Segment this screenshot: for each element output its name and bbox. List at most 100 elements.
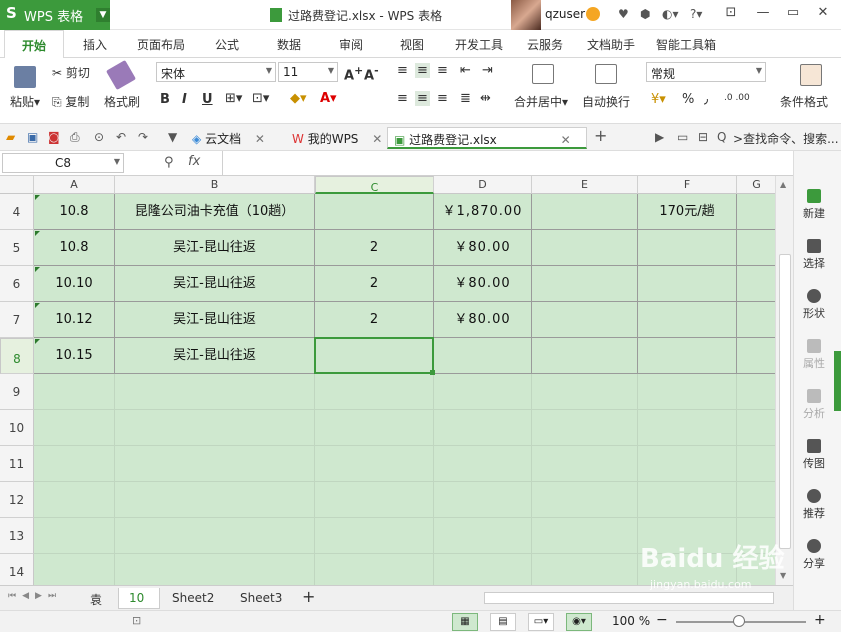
save-icon[interactable]: ▣ [27,130,38,144]
page-layout-button[interactable]: ▭▾ [528,613,554,631]
cell-c4[interactable] [315,194,434,230]
format-painter-button[interactable]: 格式刷 [104,93,140,110]
justify-icon[interactable]: ≣ [460,91,471,106]
merge-center-button[interactable]: 合并居中▾ [514,93,568,110]
cell-e12[interactable] [532,482,638,518]
vertical-scrollbar[interactable]: ▲ ▼ [775,176,793,585]
selected-cell-outline[interactable] [314,337,434,374]
decimal-buttons[interactable]: .0 .00 [724,94,764,103]
tab-formulas[interactable]: 公式 [215,36,239,53]
format-painter-icon[interactable] [105,59,137,91]
sidebar-collapse-handle[interactable] [834,351,841,411]
cell-e13[interactable] [532,518,638,554]
cell-f6[interactable] [638,266,737,302]
cell-g6[interactable] [737,266,777,302]
cell-g8[interactable] [737,338,777,374]
cell-c13[interactable] [315,518,434,554]
redo-icon[interactable]: ↷ [138,130,148,144]
cell-f7[interactable] [638,302,737,338]
bold-button[interactable]: B [160,92,170,107]
cell-e7[interactable] [532,302,638,338]
cell-e11[interactable] [532,446,638,482]
row-header[interactable]: 11 [0,446,34,482]
conditional-format-icon[interactable] [800,64,822,86]
cell-d8[interactable] [434,338,532,374]
cell-d7[interactable]: ￥80.00 [434,302,532,338]
cell-f9[interactable] [638,374,737,410]
increase-font-icon[interactable]: A+ [344,64,363,83]
tab-home[interactable]: 开始 [4,30,64,59]
sheet-nav-icon[interactable]: ⏮◀▶⏭ [8,591,62,601]
cell-a10[interactable] [34,410,115,446]
row-header[interactable]: 4 [0,194,34,230]
merge-center-icon[interactable] [532,64,554,84]
cell-g11[interactable] [737,446,777,482]
tab-view[interactable]: 视图 [400,36,424,53]
cell-a12[interactable] [34,482,115,518]
doc-tab-cloud[interactable]: ◈ 云文档 ✕ [186,127,271,149]
cell-e9[interactable] [532,374,638,410]
sidebar-share[interactable]: 分享 [794,539,834,571]
align-bottom-icon[interactable]: ≡ [437,63,448,78]
cell-b6[interactable]: 吴江-昆山往返 [115,266,315,302]
cut-button[interactable]: ✂ 剪切 [52,64,90,81]
app-menu-button[interactable]: S WPS 表格 ▼ [0,0,110,30]
cell-g5[interactable] [737,230,777,266]
cell-d12[interactable] [434,482,532,518]
cell-d9[interactable] [434,374,532,410]
cell-e4[interactable] [532,194,638,230]
cell-c5[interactable]: 2 [315,230,434,266]
cell-a8[interactable]: 10.15 [34,338,115,374]
cell-a6[interactable]: 10.10 [34,266,115,302]
cell-e8[interactable] [532,338,638,374]
underline-button[interactable]: U [202,92,213,107]
decrease-font-icon[interactable]: A- [364,64,379,83]
maximize-icon[interactable]: ▭ [782,5,804,20]
command-search[interactable]: >查找命令、搜索... [733,130,839,147]
sidebar-shape[interactable]: 形状 [794,289,834,321]
column-header-g[interactable]: G [737,176,777,194]
macro-icon[interactable]: ⊡ [132,614,141,627]
indent-decrease-icon[interactable]: ⇤ [460,63,471,78]
new-tab-icon[interactable]: + [594,126,607,145]
search-icon[interactable]: Q [717,130,726,144]
cell-a11[interactable] [34,446,115,482]
cell-b11[interactable] [115,446,315,482]
page-break-view-button[interactable]: ▤ [490,613,516,631]
sidebar-properties[interactable]: 属性 [794,339,834,371]
cell-b5[interactable]: 吴江-昆山往返 [115,230,315,266]
cell-f12[interactable] [638,482,737,518]
sidebar-analysis[interactable]: 分析 [794,389,834,421]
cell-b12[interactable] [115,482,315,518]
border-icon[interactable]: ⊞▾ [225,91,242,106]
cell-g7[interactable] [737,302,777,338]
align-middle-icon[interactable]: ≡ [415,63,430,78]
sidebar-new[interactable]: 新建 [794,189,834,221]
crown-icon[interactable] [586,7,600,21]
close-tab-icon[interactable]: ✕ [561,133,571,147]
cell-c6[interactable]: 2 [315,266,434,302]
indent-increase-icon[interactable]: ⇥ [482,63,493,78]
normal-view-button[interactable]: ▦ [452,613,478,631]
tab-smart-toolbox[interactable]: 智能工具箱 [656,36,716,53]
zoom-formula-icon[interactable]: ⚲ [164,155,174,170]
thousands-button[interactable]: ٫ [704,92,708,107]
select-all-corner[interactable] [0,176,34,194]
cell-f4[interactable]: 170元/趟 [638,194,737,230]
sheet-tab-10[interactable]: 10 [118,588,160,609]
cell-c14[interactable] [315,554,434,585]
sheet-tab-sheet2[interactable]: Sheet2 [162,588,224,609]
user-name[interactable]: qzuser [545,7,585,21]
export-pdf-icon[interactable]: ◙ [48,130,60,144]
cell-a4[interactable]: 10.8 [34,194,115,230]
scrollbar-thumb[interactable] [779,254,791,549]
column-header-f[interactable]: F [638,176,737,194]
distribute-icon[interactable]: ⇹ [480,91,491,106]
align-left-icon[interactable]: ≡ [397,91,408,106]
cell-a13[interactable] [34,518,115,554]
align-top-icon[interactable]: ≡ [397,63,408,78]
cell-e14[interactable] [532,554,638,585]
close-icon[interactable]: ✕ [812,5,834,20]
cell-e5[interactable] [532,230,638,266]
font-color-icon[interactable]: A▾ [320,91,337,106]
